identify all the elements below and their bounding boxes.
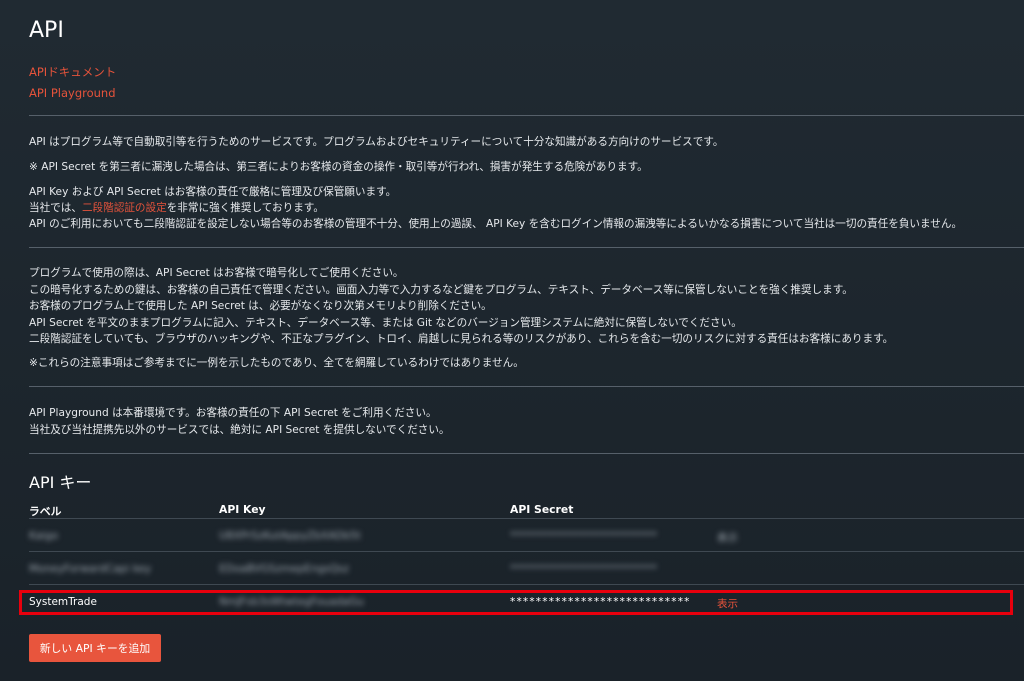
notice-text: 当社及び当社提携先以外のサービスでは、絶対に API Secret を提供しない… <box>29 424 450 436</box>
column-header-api-key: API Key <box>219 503 266 516</box>
notice-text: 当社では、二段階認証の設定を非常に強く推奨しております。 <box>29 200 324 216</box>
divider <box>29 453 1024 454</box>
divider <box>29 115 1024 116</box>
notice-text-post: を非常に強く推奨しております。 <box>166 202 324 214</box>
row-api-key: U8XPrSzKutAppyZbXADb5t <box>219 530 361 542</box>
two-factor-settings-link[interactable]: 二段階認証の設定 <box>82 202 167 214</box>
row-divider <box>29 551 1024 552</box>
highlight-box <box>19 590 1013 615</box>
divider <box>29 247 1024 248</box>
row-api-key: EDoaBVGSzmepEngsQsz <box>219 563 349 575</box>
show-secret-link[interactable]: 表示 <box>717 530 738 545</box>
row-divider <box>29 584 1024 585</box>
row-api-secret: **************************** <box>510 563 657 575</box>
row-label: MoneyForwardCapi key <box>29 563 152 575</box>
row-label: Kaigo <box>29 530 59 542</box>
notice-text-pre: 当社では、 <box>29 202 82 214</box>
notice-text: ※ API Secret を第三者に漏洩した場合は、第三者によりお客様の資金の操… <box>29 161 648 173</box>
notice-text: この暗号化するための鍵は、お客様の自己責任で管理ください。画面入力等で入力するな… <box>29 284 853 296</box>
notice-text: API はプログラム等で自動取引等を行うためのサービスです。プログラムおよびセキ… <box>29 136 724 148</box>
notice-text: API Playground は本番環境です。お客様の責任の下 API Secr… <box>29 407 437 419</box>
row-api-secret: **************************** <box>510 530 657 542</box>
api-keys-heading: API キー <box>29 473 92 492</box>
api-playground-link[interactable]: API Playground <box>29 86 116 100</box>
column-header-api-secret: API Secret <box>510 503 574 516</box>
notice-text: ※これらの注意事項はご参考までに一例を示したものであり、全てを網羅しているわけで… <box>29 357 524 369</box>
notice-text: お客様のプログラム上で使用した API Secret は、必要がなくなり次第メモ… <box>29 300 492 312</box>
notice-text: プログラムで使用の際は、API Secret はお客様で暗号化してご使用ください… <box>29 267 404 279</box>
add-api-key-button[interactable]: 新しい API キーを追加 <box>29 634 161 662</box>
notice-text: API Secret を平文のままプログラムに記入、テキスト、データベース等、ま… <box>29 317 742 329</box>
divider <box>29 386 1024 387</box>
table-header-line <box>29 518 1024 519</box>
api-docs-link[interactable]: APIドキュメント <box>29 64 116 80</box>
page-title: API <box>29 18 64 43</box>
notice-text: API のご利用においても二段階認証を設定しない場合等のお客様の管理不十分、使用… <box>29 218 963 230</box>
notice-text: 二段階認証をしていても、ブラウザのハッキングや、不正なプラグイン、トロイ、肩越し… <box>29 333 894 345</box>
notice-text: API Key および API Secret はお客様の責任で厳格に管理及び保管… <box>29 186 397 198</box>
column-header-label: ラベル <box>29 505 62 518</box>
